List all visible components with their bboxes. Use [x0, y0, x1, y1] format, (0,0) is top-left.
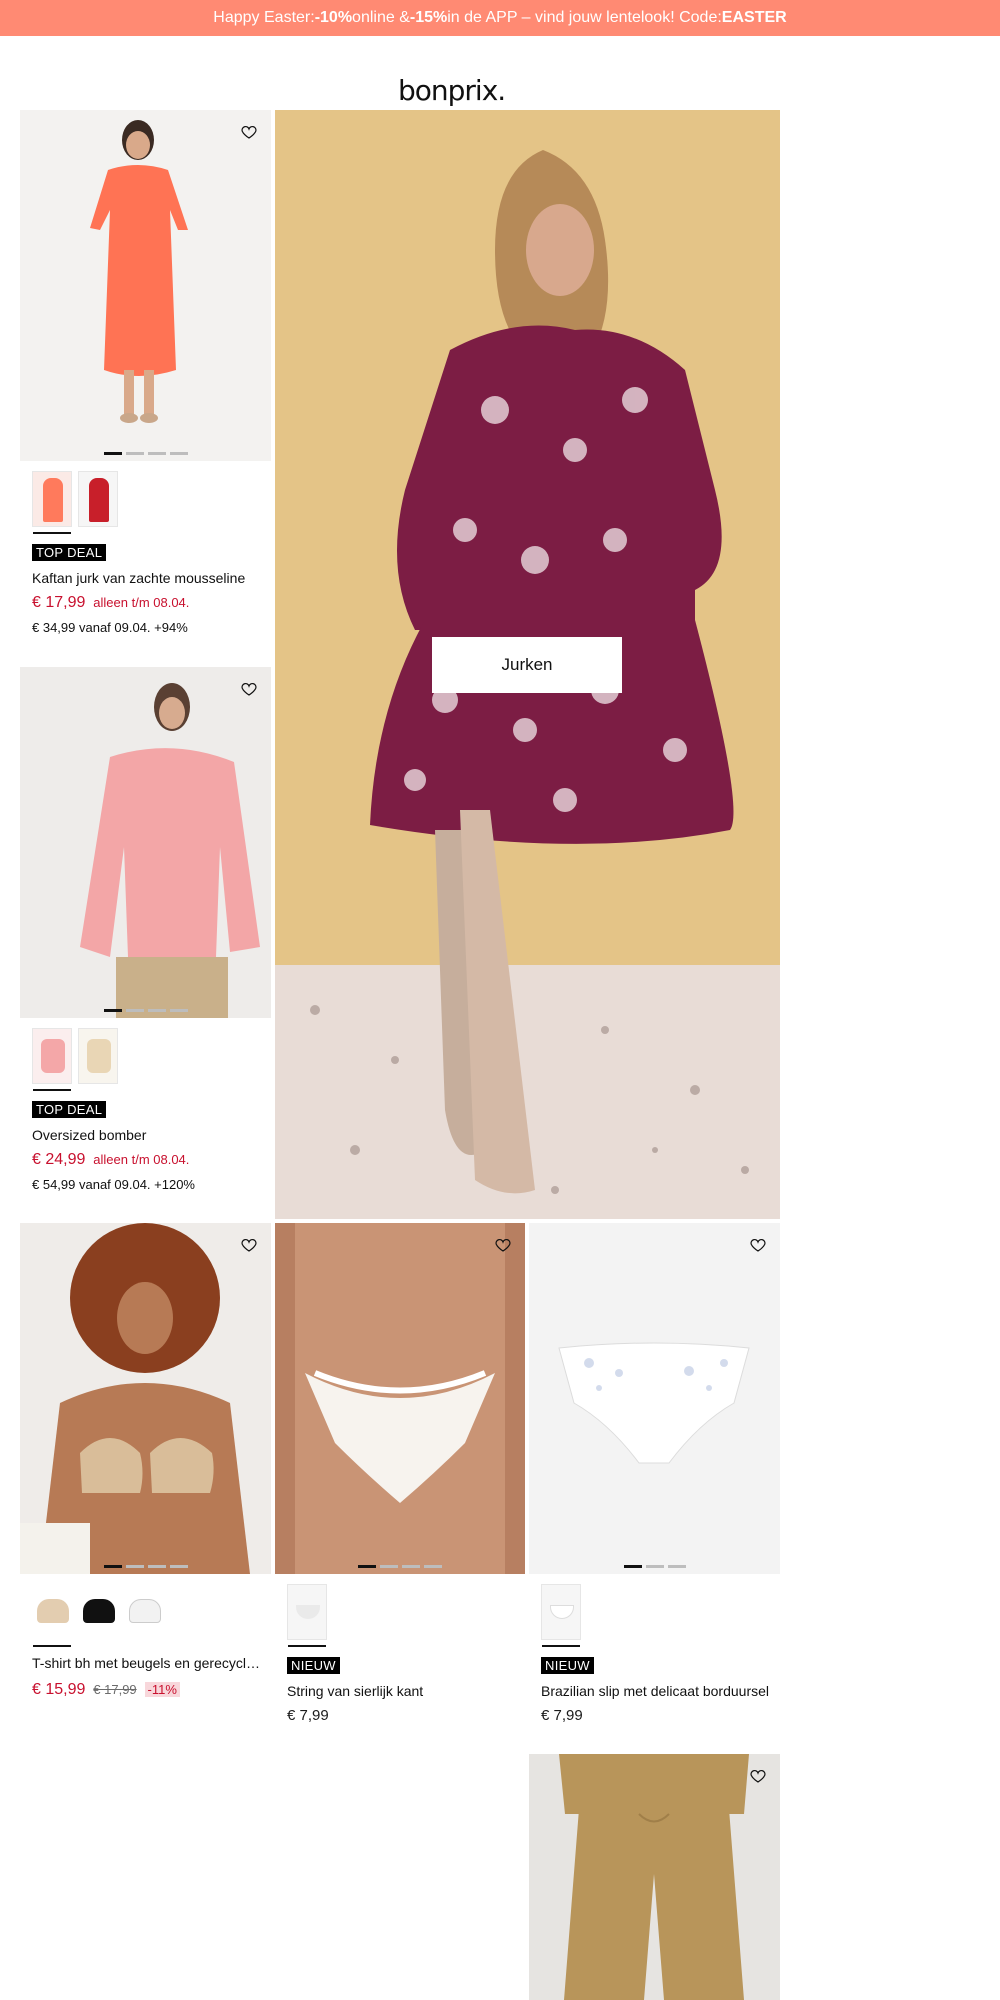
- product-price: € 7,99: [541, 1707, 583, 1724]
- promo-code: EASTER: [721, 9, 787, 26]
- product-title[interactable]: Oversized bomber: [32, 1127, 267, 1143]
- old-price: € 17,99: [93, 1682, 137, 1697]
- product-image[interactable]: [20, 1223, 271, 1574]
- color-swatch[interactable]: [32, 1584, 72, 1647]
- color-swatches: [32, 471, 118, 534]
- product-price: € 15,99: [32, 1681, 86, 1698]
- hero-banner[interactable]: Jurken: [275, 110, 780, 1219]
- image-carousel-dots[interactable]: [103, 452, 188, 455]
- color-swatches: [32, 1584, 164, 1647]
- color-swatch[interactable]: [78, 1028, 118, 1084]
- price-validity-note: alleen t/m 08.04.: [93, 1152, 190, 1167]
- product-price: € 17,99: [32, 594, 86, 611]
- promo-discount-online: -10%: [314, 9, 353, 26]
- product-badge: TOP DEAL: [32, 1101, 107, 1118]
- wishlist-heart-icon[interactable]: [491, 1233, 515, 1257]
- discount-badge: -11%: [144, 1682, 180, 1697]
- product-image[interactable]: [20, 667, 271, 1018]
- wishlist-heart-icon[interactable]: [746, 1233, 770, 1257]
- product-card[interactable]: TOP DEAL Kaftan jurk van zachte mousseli…: [20, 110, 271, 650]
- product-card[interactable]: TOP DEAL Oversized bomber € 24,99 alleen…: [20, 667, 271, 1207]
- price-validity-note: alleen t/m 08.04.: [93, 595, 190, 610]
- color-swatch[interactable]: [124, 1584, 164, 1640]
- wishlist-heart-icon[interactable]: [746, 1764, 770, 1788]
- regular-price-note: € 34,99 vanaf 09.04. +94%: [32, 620, 188, 635]
- product-badge: NIEUW: [287, 1657, 340, 1674]
- color-swatch[interactable]: [78, 1584, 118, 1640]
- hero-cta-button[interactable]: Jurken: [432, 637, 622, 693]
- product-badge: NIEUW: [541, 1657, 594, 1674]
- product-title[interactable]: Kaftan jurk van zachte mousseline: [32, 570, 267, 586]
- product-price: € 24,99: [32, 1151, 86, 1168]
- image-carousel-dots[interactable]: [358, 1565, 442, 1568]
- product-badge: TOP DEAL: [32, 544, 107, 561]
- wishlist-heart-icon[interactable]: [237, 1233, 261, 1257]
- product-image[interactable]: [529, 1754, 780, 2000]
- color-swatch[interactable]: [32, 1028, 72, 1091]
- product-image[interactable]: [529, 1223, 780, 1574]
- product-card[interactable]: T-shirt bh met beugels en gerecycled... …: [20, 1223, 271, 1723]
- promo-prefix: Happy Easter:: [213, 9, 315, 26]
- product-card[interactable]: NIEUW Brazilian slip met delicaat borduu…: [529, 1223, 780, 1724]
- color-swatch[interactable]: [78, 471, 118, 527]
- image-carousel-dots[interactable]: [623, 1565, 686, 1568]
- wishlist-heart-icon[interactable]: [237, 677, 261, 701]
- product-image[interactable]: [20, 110, 271, 461]
- product-price: € 7,99: [287, 1707, 329, 1724]
- bonprix-logo[interactable]: bonprix.: [398, 72, 506, 108]
- color-swatch[interactable]: [32, 471, 72, 534]
- color-swatch[interactable]: [541, 1584, 581, 1647]
- product-card[interactable]: NIEUW String van sierlijk kant € 7,99: [275, 1223, 525, 1724]
- product-title[interactable]: String van sierlijk kant: [287, 1683, 522, 1699]
- promo-discount-app: -15%: [409, 9, 448, 26]
- image-carousel-dots[interactable]: [103, 1565, 188, 1568]
- color-swatch[interactable]: [287, 1584, 327, 1647]
- color-swatches: [287, 1584, 327, 1647]
- color-swatches: [32, 1028, 118, 1091]
- image-carousel-dots[interactable]: [103, 1009, 188, 1012]
- wishlist-heart-icon[interactable]: [237, 120, 261, 144]
- product-title[interactable]: T-shirt bh met beugels en gerecycled...: [32, 1655, 267, 1671]
- color-swatches: [541, 1584, 581, 1647]
- regular-price-note: € 54,99 vanaf 09.04. +120%: [32, 1177, 195, 1192]
- product-image[interactable]: [275, 1223, 525, 1574]
- promo-mid1: online &: [352, 9, 410, 26]
- promo-banner[interactable]: Happy Easter: -10% online & -15% in de A…: [0, 0, 1000, 36]
- product-card[interactable]: [529, 1754, 780, 2000]
- product-title[interactable]: Brazilian slip met delicaat borduursel: [541, 1683, 776, 1699]
- promo-mid2: in de APP – vind jouw lentelook! Code:: [447, 9, 722, 26]
